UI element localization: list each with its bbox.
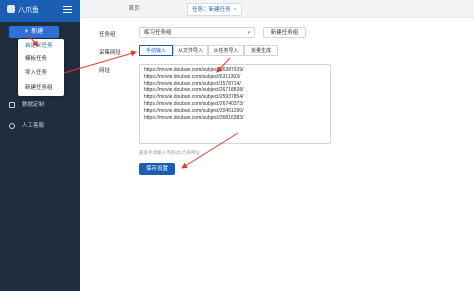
- arrow-to-custom-task: [27, 34, 39, 47]
- arrow-to-manual-input: [63, 50, 137, 74]
- arrow-to-save: [181, 132, 239, 169]
- annotation-arrows: [27, 34, 239, 169]
- arrow-to-textarea: [216, 57, 231, 73]
